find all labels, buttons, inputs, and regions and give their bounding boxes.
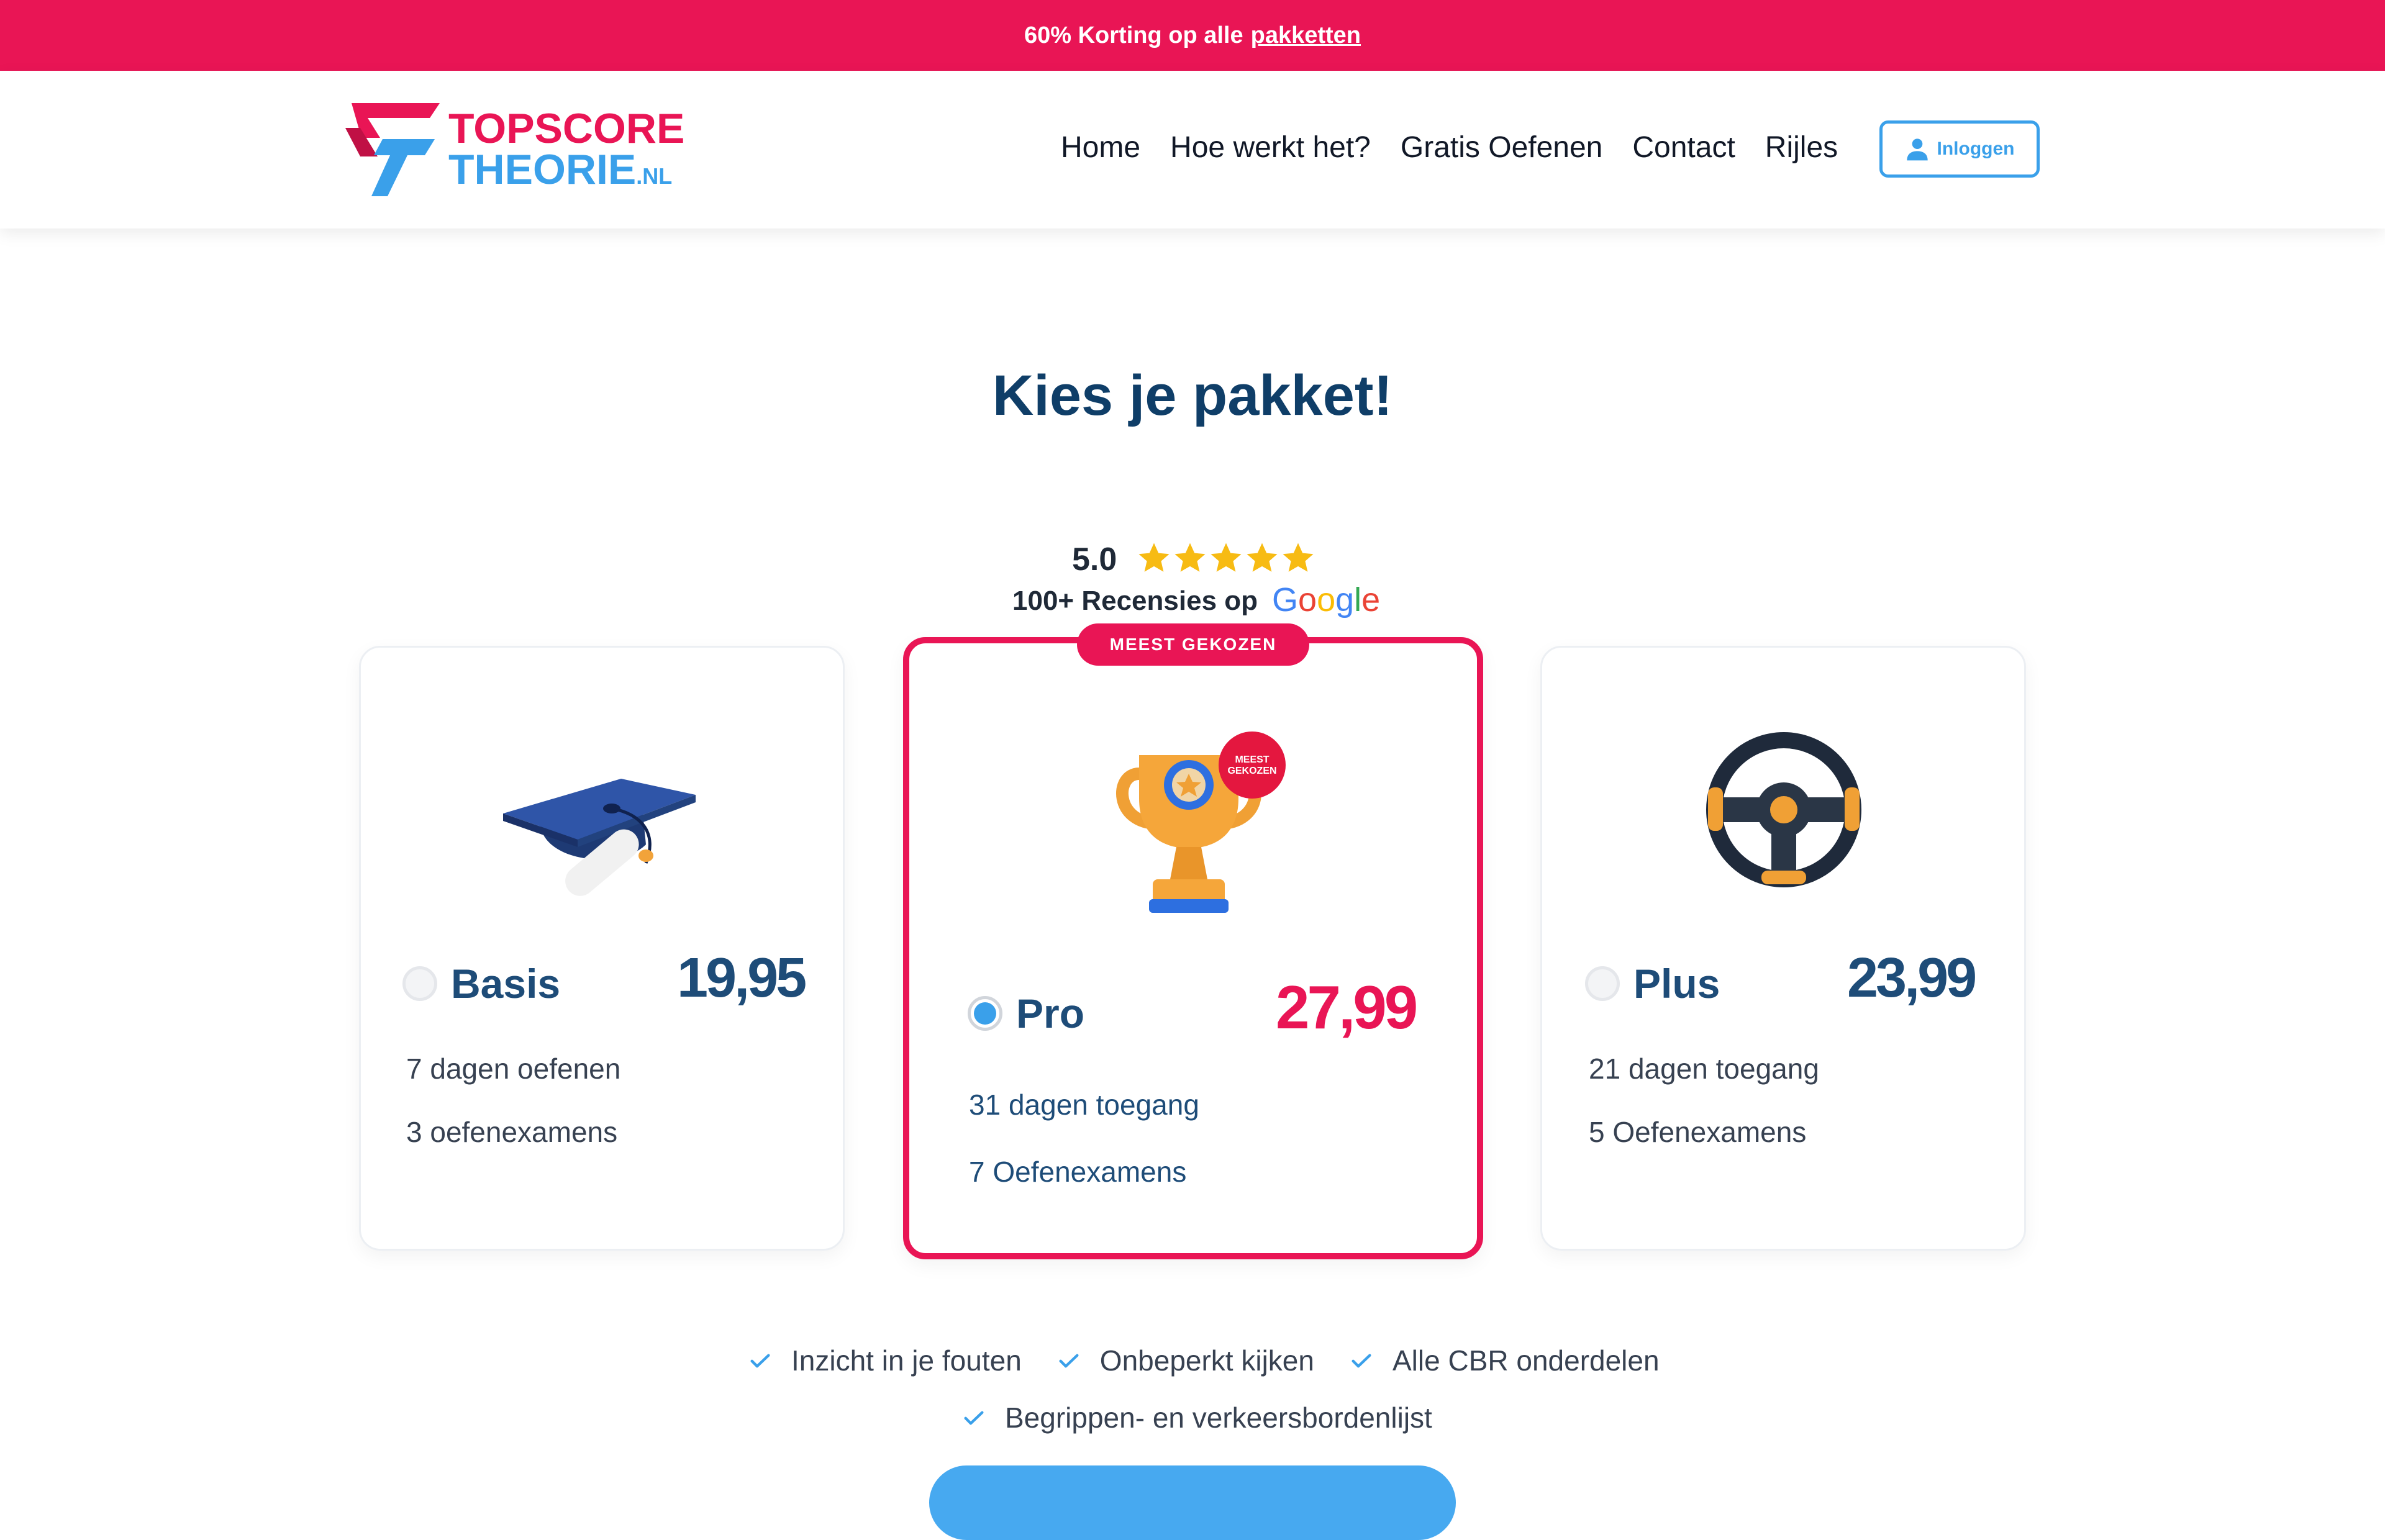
plan-basis-price: 19,95: [677, 947, 807, 1009]
trophy-badge-line1: MEEST: [1235, 754, 1269, 765]
user-icon: [1906, 138, 1928, 161]
benefit-item: Inzicht in je fouten: [748, 1344, 1022, 1377]
benefit-item: Begrippen- en verkeersbordenlijst: [961, 1401, 1432, 1434]
star-icon: [1211, 543, 1242, 572]
site-header: TOPSCORE THEORIE.NL Home Hoe werkt het? …: [0, 71, 2385, 229]
promo-text: 60% Korting op alle: [1024, 22, 1243, 48]
steering-wheel-icon: [1706, 732, 1861, 887]
benefit-label: Alle CBR onderdelen: [1392, 1344, 1660, 1377]
page-title: Kies je pakket!: [992, 364, 1393, 427]
rating-reviews-text: 100+ Recensies op: [1012, 586, 1258, 616]
plan-basis-feature-2: 3 oefenexamens: [406, 1116, 618, 1148]
radio-selected-dot: [974, 1002, 996, 1025]
promo-bar: 60% Korting op alle pakketten: [0, 0, 2385, 71]
most-chosen-badge: MEEST GEKOZEN: [1077, 623, 1309, 666]
star-icon: [1283, 543, 1314, 572]
site-logo[interactable]: TOPSCORE THEORIE.NL: [343, 103, 691, 196]
promo-link[interactable]: pakketten: [1251, 22, 1361, 49]
nav-contact[interactable]: Contact: [1632, 130, 1735, 165]
benefit-item: Onbeperkt kijken: [1056, 1344, 1314, 1377]
plan-basis-header[interactable]: Basis: [402, 960, 560, 1007]
cta-button[interactable]: [929, 1465, 1456, 1540]
login-button[interactable]: Inloggen: [1879, 120, 2040, 178]
plan-basis-feature-1: 7 dagen oefenen: [406, 1053, 621, 1085]
plan-pro-header[interactable]: Pro: [968, 990, 1084, 1037]
main-nav: Home Hoe werkt het? Gratis Oefenen Conta…: [1061, 130, 1868, 165]
star-icon: [1138, 543, 1170, 572]
trophy-icon: MEEST GEKOZEN: [1116, 732, 1286, 913]
plan-plus-radio[interactable]: [1585, 966, 1620, 1001]
nav-home[interactable]: Home: [1061, 130, 1140, 165]
login-label: Inloggen: [1937, 138, 2015, 159]
benefit-label: Onbeperkt kijken: [1099, 1344, 1314, 1377]
nav-free-practice[interactable]: Gratis Oefenen: [1401, 130, 1603, 165]
star-icon: [1174, 543, 1206, 572]
plan-plus-price: 23,99: [1847, 947, 1977, 1009]
star-icon: [1247, 543, 1278, 572]
plan-plus-name: Plus: [1633, 961, 1720, 1007]
nav-driving-lessons[interactable]: Rijles: [1765, 130, 1838, 165]
plan-plus-header[interactable]: Plus: [1585, 960, 1720, 1007]
logo-line2: THEORIE.NL: [448, 145, 672, 194]
plan-pro-feature-2: 7 Oefenexamens: [969, 1156, 1187, 1188]
nav-how-it-works[interactable]: Hoe werkt het?: [1170, 130, 1371, 165]
plan-basis-radio[interactable]: [402, 966, 437, 1001]
plan-pro-price: 27,99: [1276, 973, 1418, 1041]
google-rating: 5.0 100+ Recensies op Google: [1012, 537, 1380, 624]
benefit-label: Begrippen- en verkeersbordenlijst: [1005, 1402, 1432, 1434]
benefit-label: Inzicht in je fouten: [791, 1344, 1022, 1377]
google-logo: Google: [1272, 581, 1381, 618]
check-icon: [750, 1354, 770, 1368]
check-icon: [964, 1411, 984, 1425]
plan-plus-feature-2: 5 Oefenexamens: [1589, 1116, 1807, 1148]
plan-plus-feature-1: 21 dagen toegang: [1589, 1053, 1819, 1085]
trophy-badge-line2: GEKOZEN: [1227, 766, 1276, 776]
plan-pro-feature-1: 31 dagen toegang: [969, 1089, 1199, 1121]
plan-pro-name: Pro: [1016, 990, 1085, 1036]
logo-mark-icon: [345, 103, 440, 196]
check-icon: [1059, 1354, 1079, 1368]
logo-line2-text: THEORIE: [448, 146, 637, 193]
check-icon: [1352, 1354, 1371, 1368]
graduation-cap-icon: [503, 779, 696, 896]
logo-tld: .NL: [636, 163, 673, 189]
plan-basis-name: Basis: [451, 961, 561, 1007]
rating-stars: [1137, 541, 1317, 576]
benefit-item: Alle CBR onderdelen: [1349, 1344, 1660, 1377]
rating-score: 5.0: [1072, 541, 1117, 578]
plan-pro-radio[interactable]: [968, 996, 1002, 1031]
benefits-row-2: Begrippen- en verkeersbordenlijst: [961, 1401, 1467, 1434]
benefits-row-1: Inzicht in je fouten Onbeperkt kijken Al…: [748, 1344, 1694, 1377]
